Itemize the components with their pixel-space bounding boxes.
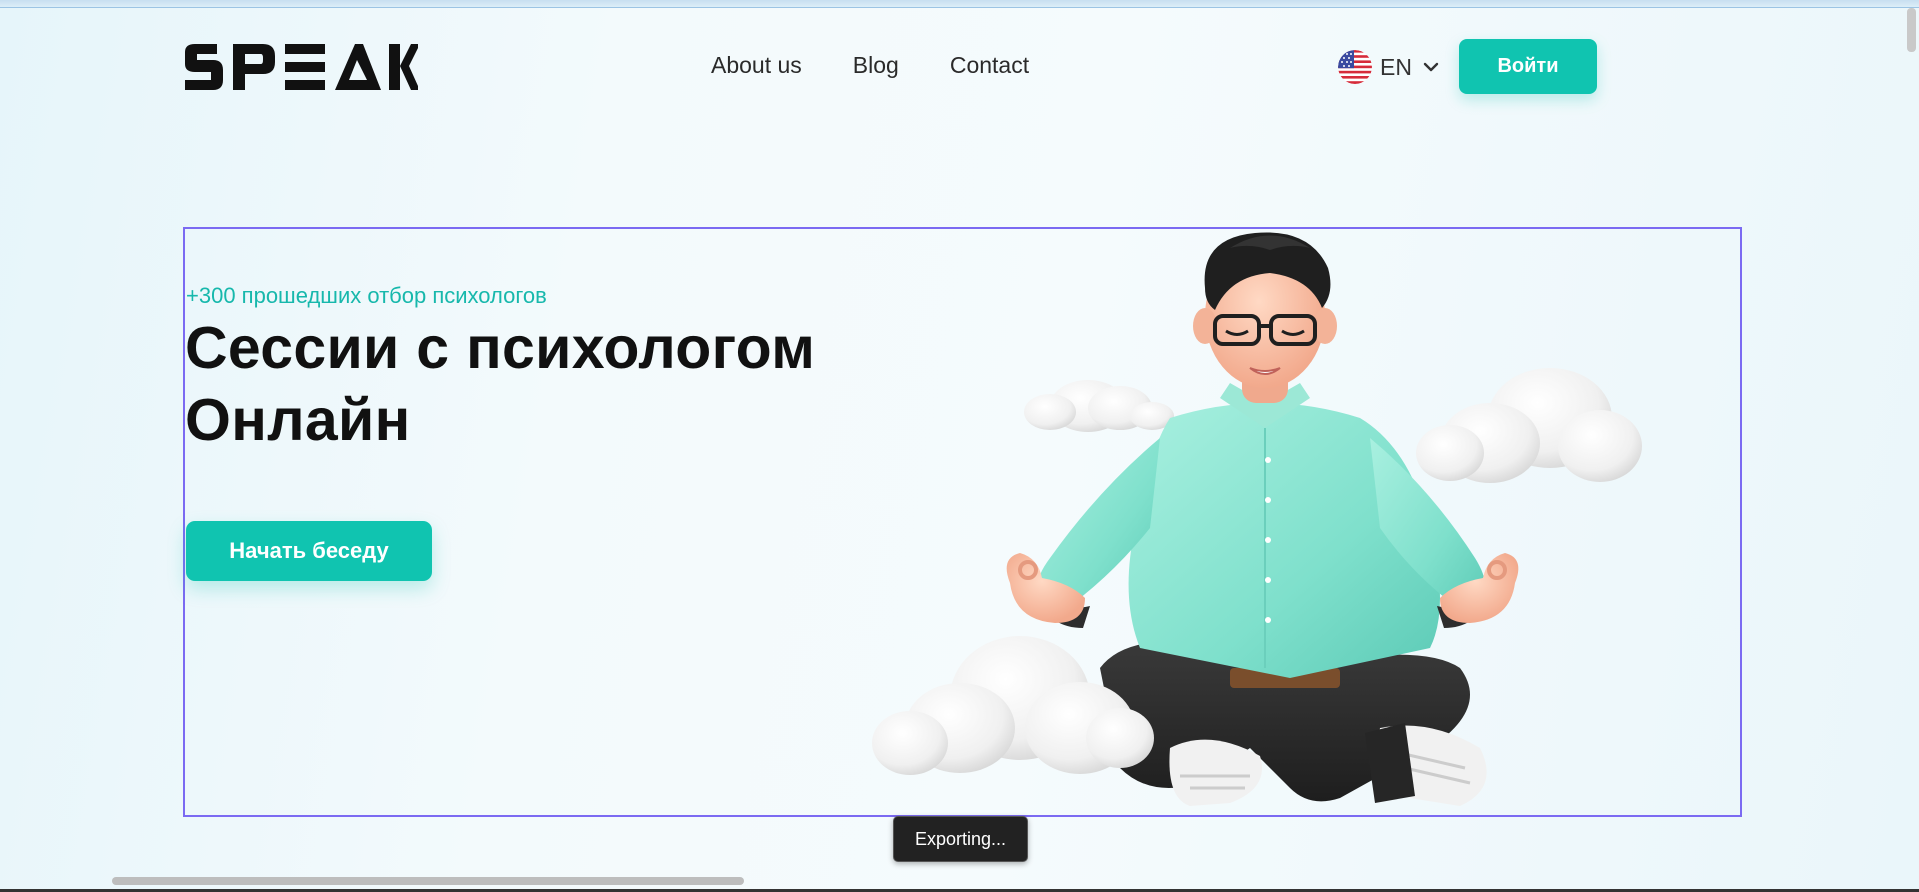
- chevron-down-icon: [1423, 62, 1439, 72]
- cloud-small: [1024, 380, 1174, 432]
- meditating-man-illustration: [872, 232, 1642, 806]
- hero-title: Сессии с психологом Онлайн: [185, 312, 815, 456]
- us-flag-icon: [1338, 50, 1372, 84]
- hero-subtitle: +300 прошедших отбор психологов: [186, 283, 547, 308]
- man-head: [1193, 232, 1337, 403]
- hero-title-line-2: Онлайн: [185, 387, 411, 453]
- window-top-edge: [0, 0, 1919, 8]
- cloud-right: [1416, 368, 1642, 483]
- main-nav: About us Blog Contact: [711, 52, 1029, 79]
- nav-about-us[interactable]: About us: [711, 52, 802, 79]
- language-selector[interactable]: EN: [1338, 49, 1440, 85]
- exporting-toast: Exporting...: [893, 816, 1028, 862]
- nav-contact[interactable]: Contact: [950, 52, 1029, 79]
- hero-title-line-1: Сессии с психологом: [185, 315, 816, 381]
- vertical-scrollbar[interactable]: [1907, 8, 1916, 52]
- horizontal-scrollbar[interactable]: [112, 877, 744, 885]
- speak-logo[interactable]: [183, 42, 418, 92]
- language-label: EN: [1380, 53, 1412, 80]
- login-button[interactable]: Войти: [1459, 39, 1597, 94]
- nav-blog[interactable]: Blog: [853, 52, 899, 79]
- start-conversation-button[interactable]: Начать беседу: [186, 521, 432, 581]
